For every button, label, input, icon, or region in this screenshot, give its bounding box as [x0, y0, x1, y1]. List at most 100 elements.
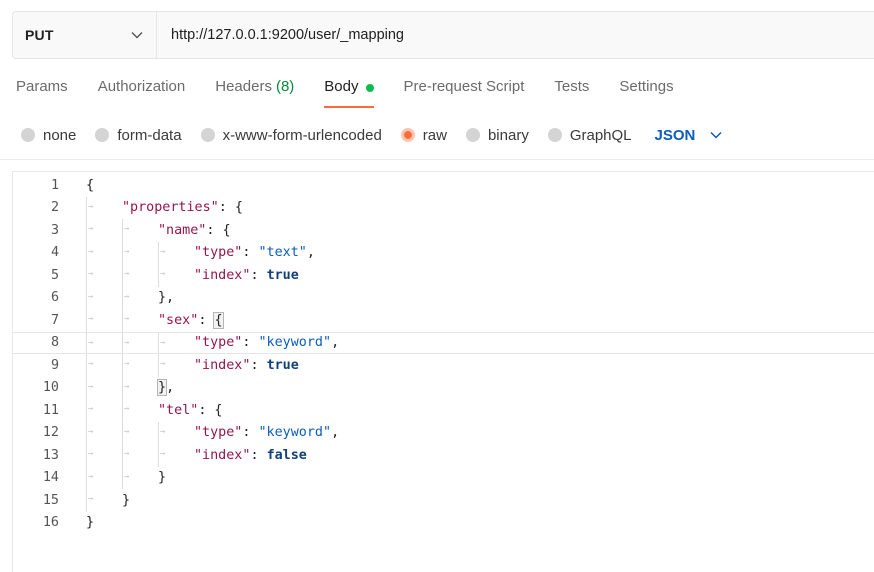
tab-arrow-icon: →	[160, 269, 166, 279]
code-token: "name"	[158, 222, 207, 238]
code-line: 5 → → → "index": true	[13, 264, 874, 287]
tab-arrow-icon: →	[124, 314, 130, 324]
tab-arrow-icon: →	[160, 337, 166, 348]
body-type-urlencoded[interactable]: x-www-form-urlencoded	[200, 126, 382, 144]
body-type-raw[interactable]: raw	[400, 127, 447, 144]
code-line: 10 → →},	[13, 376, 874, 399]
language-label: JSON	[654, 126, 696, 144]
chevron-down-icon	[709, 128, 723, 142]
code-line: 1{	[13, 174, 874, 197]
tab-arrow-icon: →	[124, 381, 130, 392]
url-input[interactable]: http://127.0.0.1:9200/user/_mapping	[157, 12, 874, 58]
tab-label: Headers	[215, 78, 272, 95]
tab-arrow-icon: →	[124, 449, 130, 459]
tab-arrow-icon: →	[124, 359, 130, 369]
tab-arrow-icon: →	[124, 471, 130, 482]
indent-guide	[122, 241, 123, 264]
code-token: ,	[331, 425, 340, 441]
code-text: {	[86, 178, 94, 193]
indent-guide	[158, 241, 159, 264]
body-type-graphql[interactable]: GraphQL	[547, 127, 632, 144]
indent-guide	[122, 219, 123, 242]
code-token: :	[250, 357, 267, 373]
indent-guide	[122, 466, 123, 489]
chevron-down-icon	[130, 28, 144, 42]
body-type-label: binary	[487, 126, 529, 144]
code-text: "name": {	[158, 223, 231, 238]
indent-guide	[122, 309, 123, 332]
indent-guide	[158, 354, 159, 377]
tab-tests[interactable]: Tests	[554, 78, 589, 110]
code-text: }	[158, 470, 166, 485]
code-line: 9 → → → "index": true	[13, 354, 874, 377]
code-line: 4 → → → "type": "text",	[13, 241, 874, 264]
code-token: :	[242, 335, 259, 351]
code-token: :	[242, 425, 259, 441]
code-line: 12 → → → "type": "keyword",	[13, 421, 874, 444]
code-text: },	[158, 290, 174, 305]
tab-headers[interactable]: Headers (8)	[215, 78, 294, 110]
tab-arrow-icon: →	[124, 246, 130, 257]
line-number: 5	[50, 267, 59, 283]
body-type-label: x-www-form-urlencoded	[222, 126, 382, 144]
indent-guide	[122, 399, 123, 422]
code-text: "index": true	[194, 358, 299, 373]
code-token: }	[122, 492, 131, 508]
indent-guide	[86, 466, 87, 489]
code-token: :	[242, 245, 259, 261]
line-number: 14	[42, 470, 59, 486]
line-number: 11	[42, 402, 59, 418]
indent-guide	[86, 421, 87, 444]
tab-arrow-icon: →	[88, 494, 94, 504]
tab-arrow-icon: →	[88, 381, 94, 392]
tab-label: Settings	[619, 78, 674, 95]
code-token: : {	[218, 200, 243, 216]
indent-guide	[86, 219, 87, 242]
body-type-options: none form-data x-www-form-urlencoded raw…	[21, 124, 723, 146]
body-type-none[interactable]: none	[21, 127, 76, 144]
code-line: 7 → → "sex": {	[13, 309, 874, 332]
tab-label: Body	[324, 78, 359, 95]
code-editor[interactable]: 1{2 → "properties": {3 → → "name": {4 → → → "type…	[12, 171, 874, 572]
tab-arrow-icon: →	[124, 291, 130, 302]
indent-guide	[122, 421, 123, 444]
code-token: "text"	[258, 245, 307, 261]
code-text: },	[156, 379, 174, 397]
code-line: 16}	[13, 512, 874, 535]
code-token: true	[266, 267, 299, 283]
indent-guide	[122, 376, 123, 399]
tab-settings[interactable]: Settings	[619, 78, 673, 110]
tab-body[interactable]: Body	[324, 78, 374, 110]
tab-authorization[interactable]: Authorization	[98, 78, 186, 110]
headers-count-badge: (8)	[275, 78, 295, 95]
indent-guide	[86, 309, 87, 332]
indent-guide	[122, 286, 123, 309]
code-token: : {	[206, 222, 231, 238]
language-select[interactable]: JSON	[655, 127, 724, 144]
code-line: 14 → →}	[13, 466, 874, 489]
tab-params[interactable]: Params	[16, 78, 68, 110]
tab-arrow-icon: →	[88, 314, 94, 324]
code-line: 2 → "properties": {	[13, 196, 874, 219]
line-number: 6	[50, 290, 59, 306]
body-type-binary[interactable]: binary	[465, 126, 529, 144]
tab-label: Params	[16, 78, 68, 95]
line-number: 8	[50, 335, 59, 351]
indent-guide	[122, 332, 123, 353]
code-text: "properties": {	[122, 200, 243, 215]
line-number: 13	[42, 447, 59, 463]
body-type-label: form-data	[117, 126, 182, 144]
code-text: "tel": {	[158, 403, 223, 418]
tab-arrow-icon: →	[124, 337, 130, 348]
body-type-form-data[interactable]: form-data	[95, 126, 182, 144]
radio-icon	[21, 128, 35, 142]
tab-arrow-icon: →	[88, 337, 94, 348]
code-token: {	[86, 177, 95, 193]
tab-arrow-icon: →	[124, 426, 130, 437]
tab-arrow-icon: →	[160, 359, 166, 369]
method-select[interactable]: PUT	[13, 12, 157, 58]
indent-guide	[86, 241, 87, 264]
tab-pre-request-script[interactable]: Pre-request Script	[404, 78, 525, 110]
radio-icon	[200, 128, 215, 142]
code-text: "type": "keyword",	[194, 425, 339, 440]
